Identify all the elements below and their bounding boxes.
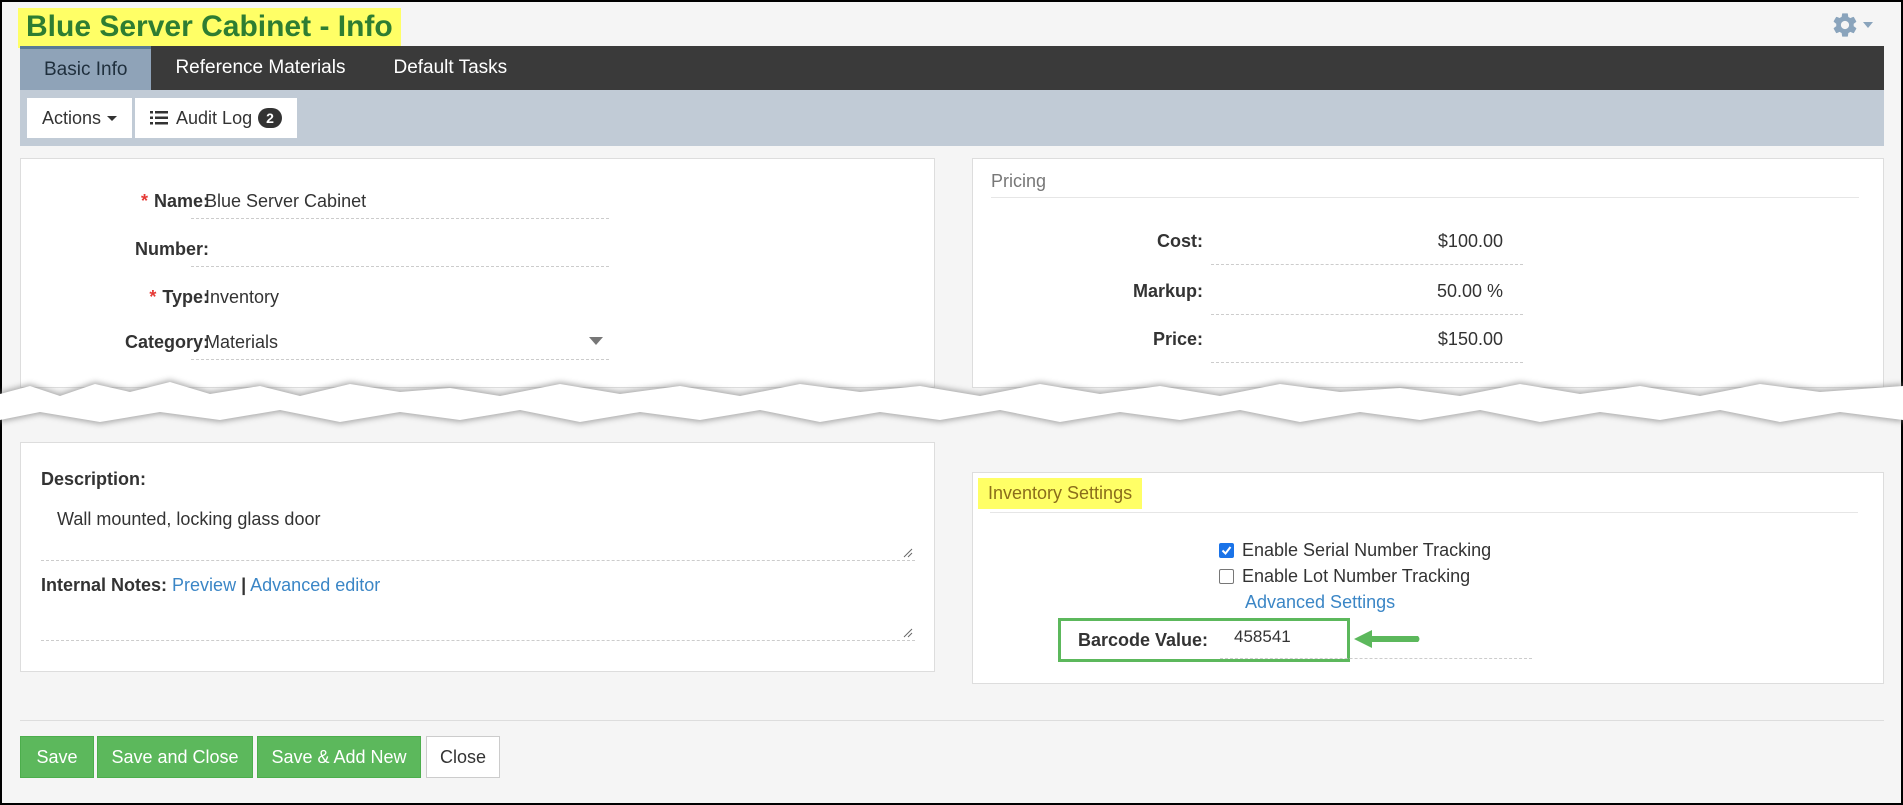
resize-handle-icon[interactable]: [903, 548, 913, 558]
list-icon: [150, 110, 168, 126]
link-separator: |: [241, 575, 246, 595]
resize-handle-icon[interactable]: [903, 628, 913, 638]
markup-field[interactable]: 50.00 %: [1211, 271, 1523, 315]
category-select[interactable]: Materials: [191, 324, 609, 360]
tab-default-tasks[interactable]: Default Tasks: [369, 46, 531, 90]
audit-log-label: Audit Log: [176, 108, 252, 129]
description-panel: Description: Wall mounted, locking glass…: [20, 442, 935, 672]
lot-tracking-checkbox[interactable]: [1219, 569, 1234, 584]
description-textarea[interactable]: Wall mounted, locking glass door: [41, 501, 915, 561]
chevron-down-icon: [1863, 22, 1873, 28]
name-field[interactable]: Blue Server Cabinet: [191, 183, 609, 219]
cost-field[interactable]: $100.00: [1211, 221, 1523, 265]
markup-row: Markup: 50.00 %: [973, 269, 1533, 315]
audit-log-button[interactable]: Audit Log 2: [135, 98, 297, 138]
basic-info-panel: *Name: Blue Server Cabinet Number: *Type…: [20, 158, 935, 388]
number-row: Number:: [21, 229, 621, 269]
tab-reference-materials[interactable]: Reference Materials: [151, 46, 369, 90]
chevron-down-icon: [589, 337, 603, 345]
serial-tracking-row[interactable]: Enable Serial Number Tracking: [1219, 540, 1491, 561]
serial-tracking-label: Enable Serial Number Tracking: [1242, 540, 1491, 561]
serial-tracking-checkbox[interactable]: [1219, 543, 1234, 558]
check-icon: [1221, 545, 1232, 556]
price-row: Price: $150.00: [973, 317, 1533, 363]
required-marker: *: [149, 287, 156, 307]
description-value: Wall mounted, locking glass door: [57, 509, 320, 529]
barcode-label: Barcode Value:: [1078, 630, 1208, 651]
save-and-add-new-button[interactable]: Save & Add New: [257, 736, 421, 778]
lot-tracking-row[interactable]: Enable Lot Number Tracking: [1219, 566, 1470, 587]
settings-menu[interactable]: [1831, 10, 1881, 40]
internal-notes-label: Internal Notes:: [41, 575, 167, 595]
description-label: Description:: [41, 469, 146, 490]
cost-label: Cost:: [1157, 231, 1203, 252]
audit-log-count-badge: 2: [258, 108, 282, 128]
pricing-panel: Pricing Cost: $100.00 Markup: 50.00 % Pr…: [972, 158, 1884, 388]
category-value: Materials: [205, 332, 278, 352]
barcode-value-field[interactable]: 458541: [1234, 627, 1291, 647]
advanced-editor-link[interactable]: Advanced editor: [250, 575, 380, 595]
number-field[interactable]: [191, 231, 609, 267]
page-title: Blue Server Cabinet - Info: [18, 8, 401, 48]
type-row: *Type: Inventory: [21, 277, 621, 317]
toolbar: Actions Audit Log 2: [20, 90, 1884, 146]
inventory-settings-title: Inventory Settings: [978, 478, 1142, 509]
caret-down-icon: [107, 116, 117, 121]
save-and-close-button[interactable]: Save and Close: [97, 736, 253, 778]
cost-row: Cost: $100.00: [973, 219, 1533, 265]
barcode-underline: [1220, 658, 1532, 659]
footer-divider: [20, 720, 1884, 721]
price-label: Price:: [1153, 329, 1203, 350]
markup-label: Markup:: [1133, 281, 1203, 302]
title-bar: Blue Server Cabinet - Info: [18, 8, 401, 48]
lot-tracking-label: Enable Lot Number Tracking: [1242, 566, 1470, 587]
internal-notes-textarea[interactable]: [41, 603, 915, 641]
pricing-section-title: Pricing: [991, 171, 1046, 192]
tab-basic-info[interactable]: Basic Info: [20, 46, 151, 90]
save-button[interactable]: Save: [20, 736, 94, 778]
price-field[interactable]: $150.00: [1211, 319, 1523, 363]
internal-notes-row: Internal Notes: Preview | Advanced edito…: [41, 575, 380, 596]
advanced-settings-link[interactable]: Advanced Settings: [1245, 592, 1395, 613]
tab-bar: Basic Info Reference Materials Default T…: [20, 46, 1884, 90]
actions-label: Actions: [42, 108, 101, 129]
arrow-left-icon: [1352, 628, 1422, 650]
name-row: *Name: Blue Server Cabinet: [21, 181, 621, 221]
required-marker: *: [141, 191, 148, 211]
close-button[interactable]: Close: [426, 736, 500, 778]
actions-dropdown[interactable]: Actions: [27, 98, 132, 138]
torn-edge-divider: [0, 372, 1903, 442]
section-divider: [991, 197, 1859, 198]
category-row: Category: Materials: [21, 322, 621, 362]
type-value: Inventory: [191, 279, 609, 315]
gear-icon: [1831, 11, 1859, 39]
preview-link[interactable]: Preview: [172, 575, 236, 595]
section-divider: [990, 512, 1858, 513]
